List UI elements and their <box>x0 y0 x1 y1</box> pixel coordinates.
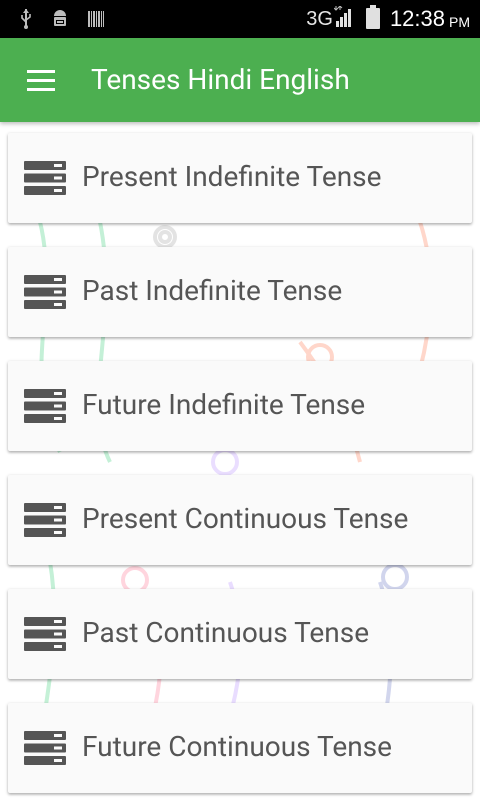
tense-item-present-indefinite[interactable]: Present Indefinite Tense <box>8 133 472 223</box>
tense-list[interactable]: Present Indefinite Tense Past Indefinite… <box>0 122 480 800</box>
tense-item-future-continuous[interactable]: Future Continuous Tense <box>8 703 472 793</box>
tense-item-label: Future Indefinite Tense <box>82 388 366 421</box>
android-debug-icon <box>52 8 68 30</box>
tense-item-label: Past Indefinite Tense <box>82 274 343 307</box>
list-icon <box>24 503 66 537</box>
usb-icon <box>20 8 32 30</box>
tense-item-label: Present Indefinite Tense <box>82 160 382 193</box>
clock: 12:38 <box>389 6 445 31</box>
tense-item-past-indefinite[interactable]: Past Indefinite Tense <box>8 247 472 337</box>
tense-item-label: Future Continuous Tense <box>82 730 392 763</box>
list-icon <box>24 389 66 423</box>
app-bar: Tenses Hindi English <box>0 38 480 122</box>
list-icon <box>24 161 66 195</box>
list-icon <box>24 731 66 765</box>
tense-item-future-indefinite[interactable]: Future Indefinite Tense <box>8 361 472 451</box>
tense-item-present-continuous[interactable]: Present Continuous Tense <box>8 475 472 565</box>
background-decoration <box>38 221 433 783</box>
clock-ampm: PM <box>449 13 470 30</box>
barcode-icon <box>88 9 104 29</box>
app-title: Tenses Hindi English <box>91 63 350 96</box>
notification-icons <box>20 8 104 30</box>
signal-icon <box>333 4 354 33</box>
list-icon <box>24 275 66 309</box>
system-indicators: 3G 12:38 PM <box>306 4 470 34</box>
status-bar: 3G 12:38 PM <box>0 0 480 38</box>
network-type-label: 3G <box>306 7 333 30</box>
tense-item-label: Past Continuous Tense <box>82 616 370 649</box>
hamburger-menu-icon[interactable] <box>20 62 60 98</box>
tense-item-label: Present Continuous Tense <box>82 502 409 535</box>
list-icon <box>24 617 66 651</box>
battery-icon <box>365 4 380 34</box>
tense-item-past-continuous[interactable]: Past Continuous Tense <box>8 589 472 679</box>
